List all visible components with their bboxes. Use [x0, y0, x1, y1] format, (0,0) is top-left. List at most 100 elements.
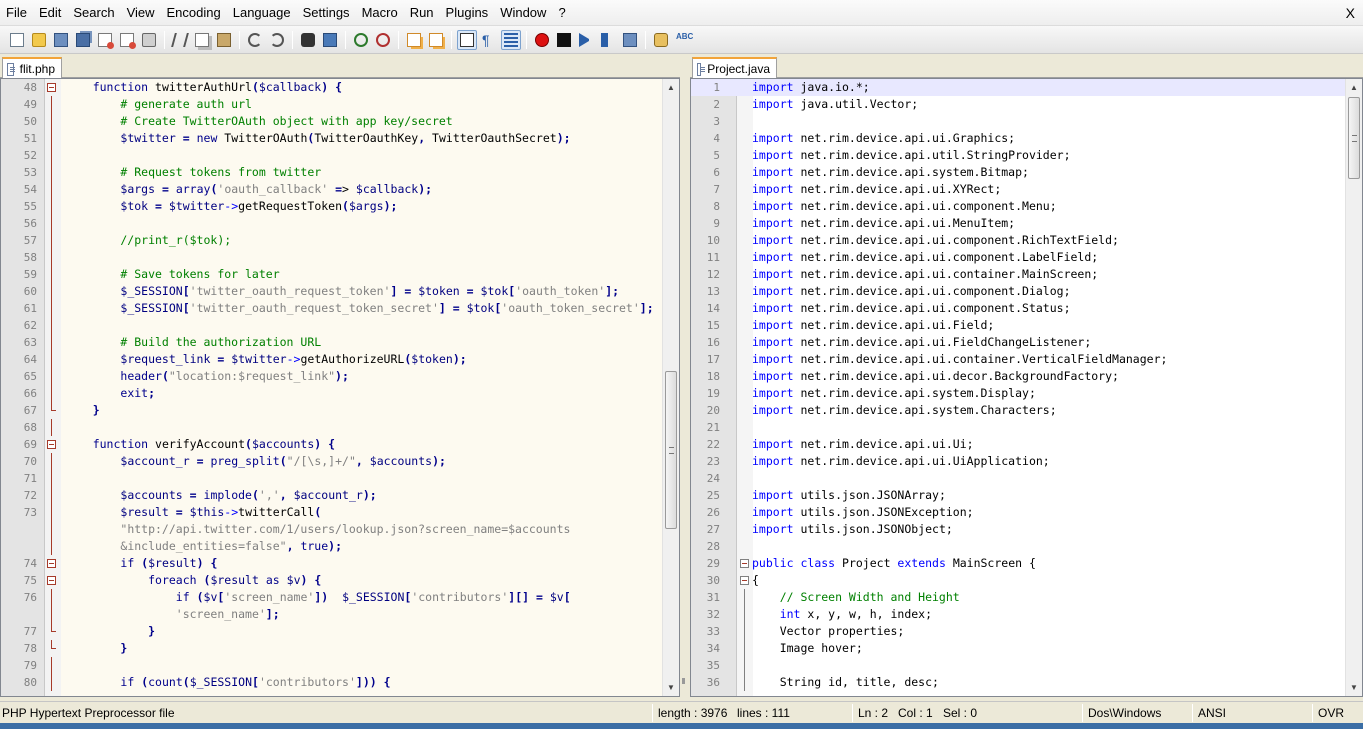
- close-all-button[interactable]: [117, 30, 137, 50]
- code-line: 80 if (count($_SESSION['contributors']))…: [1, 674, 679, 691]
- fold-collapse-icon[interactable]: [47, 576, 56, 585]
- menu-edit[interactable]: Edit: [33, 3, 67, 23]
- menu-plugins[interactable]: Plugins: [440, 3, 495, 23]
- fold-line: [51, 215, 52, 232]
- menu-run[interactable]: Run: [404, 3, 440, 23]
- menu-help[interactable]: ?: [552, 3, 571, 23]
- code-text: import net.rim.device.api.ui.component.D…: [752, 284, 1071, 298]
- stop-macro-button[interactable]: [554, 30, 574, 50]
- code-text: # Build the authorization URL: [65, 335, 322, 349]
- fold-line: [744, 606, 745, 623]
- code-text: # generate auth url: [65, 97, 252, 111]
- line-number: 66: [23, 387, 37, 400]
- play-macro-button[interactable]: [576, 30, 596, 50]
- scroll-down-arrow-icon[interactable]: ▼: [1346, 679, 1362, 696]
- paste-icon: [217, 32, 231, 47]
- fold-collapse-icon[interactable]: [740, 576, 749, 585]
- zoom-out-button[interactable]: [373, 30, 393, 50]
- code-text: }: [120, 641, 128, 655]
- run-macro-multiple-button[interactable]: [598, 30, 618, 50]
- menu-window[interactable]: Window: [494, 3, 552, 23]
- line-number: 13: [706, 285, 720, 298]
- zoom-in-button[interactable]: [351, 30, 371, 50]
- left-vertical-scrollbar[interactable]: ▲ ▼: [662, 79, 679, 696]
- view-splitter[interactable]: [680, 54, 690, 697]
- indent-guide-button[interactable]: [501, 29, 521, 50]
- scroll-down-arrow-icon[interactable]: ▼: [663, 679, 679, 696]
- indent-guide-icon: [504, 32, 518, 47]
- left-tab-bar: flit.php: [0, 54, 680, 79]
- fold-collapse-icon[interactable]: [47, 440, 56, 449]
- status-divider: [1082, 704, 1083, 722]
- new-file-button[interactable]: [7, 30, 27, 50]
- left-editor[interactable]: 48 function twitterAuthUrl($callback) {4…: [0, 78, 680, 697]
- fold-line: [51, 640, 52, 649]
- launch-browser-button[interactable]: [651, 30, 671, 50]
- line-number: 8: [713, 200, 720, 213]
- save-button[interactable]: [51, 30, 71, 50]
- print-button[interactable]: [139, 30, 159, 50]
- line-number: 67: [23, 404, 37, 417]
- tab-flit-php[interactable]: flit.php: [2, 57, 62, 79]
- code-line: 2 import java.util.Vector;: [691, 96, 1362, 113]
- menu-language[interactable]: Language: [227, 3, 297, 23]
- save-icon: [54, 32, 68, 47]
- code-text: // Screen Width and Height: [752, 590, 960, 604]
- right-editor[interactable]: 1 import java.io.*; 2 import java.util.Vect…: [690, 78, 1363, 697]
- show-all-chars-button[interactable]: ¶: [479, 30, 499, 50]
- zoom-in-icon: [354, 32, 368, 47]
- code-line: 62: [1, 317, 679, 334]
- code-text: import net.rim.device.api.ui.component.S…: [752, 301, 1071, 315]
- menu-macro[interactable]: Macro: [356, 3, 404, 23]
- tab-project-java[interactable]: Project.java: [692, 57, 777, 79]
- line-number: 25: [706, 489, 720, 502]
- spell-check-button[interactable]: ABC: [673, 30, 693, 50]
- code-text: import net.rim.device.api.system.Bitmap;: [752, 165, 1029, 179]
- find-button[interactable]: [298, 30, 318, 50]
- code-line: 63 # Build the authorization URL: [1, 334, 679, 351]
- code-text: import net.rim.device.api.ui.FieldChange…: [752, 335, 1092, 349]
- sync-scroll-h-button[interactable]: [426, 30, 446, 50]
- code-line: 57 //print_r($tok);: [1, 232, 679, 249]
- code-text: }: [148, 624, 156, 638]
- undo-button[interactable]: [245, 30, 265, 50]
- doc-lines: lines : 111: [737, 706, 790, 720]
- replace-button[interactable]: [320, 30, 340, 50]
- code-text: $result = $this->twitterCall(: [120, 505, 322, 519]
- right-vertical-scrollbar[interactable]: ▲ ▼: [1345, 79, 1362, 696]
- open-file-button[interactable]: [29, 30, 49, 50]
- scroll-thumb[interactable]: [665, 371, 677, 529]
- scroll-up-arrow-icon[interactable]: ▲: [1346, 79, 1362, 96]
- cut-icon: [171, 32, 189, 47]
- scroll-thumb[interactable]: [1348, 97, 1360, 179]
- redo-button[interactable]: [267, 30, 287, 50]
- toolbar-separator: [451, 30, 452, 49]
- fold-collapse-icon[interactable]: [47, 83, 56, 92]
- fold-collapse-icon[interactable]: [740, 559, 749, 568]
- fold-collapse-icon[interactable]: [47, 559, 56, 568]
- sync-scroll-v-button[interactable]: [404, 30, 424, 50]
- line-number: 52: [23, 149, 37, 162]
- menu-view[interactable]: View: [121, 3, 161, 23]
- close-document-button[interactable]: X: [1346, 3, 1355, 23]
- save-macro-button[interactable]: [620, 30, 640, 50]
- menu-search[interactable]: Search: [67, 3, 120, 23]
- menu-file[interactable]: File: [0, 3, 33, 23]
- menu-settings[interactable]: Settings: [297, 3, 356, 23]
- status-divider: [852, 704, 853, 722]
- code-line: 'screen_name'];: [1, 606, 679, 623]
- code-text: exit;: [120, 386, 156, 400]
- paste-button[interactable]: [214, 30, 234, 50]
- close-button[interactable]: [95, 30, 115, 50]
- word-wrap-button[interactable]: [457, 29, 477, 50]
- copy-button[interactable]: [192, 30, 212, 50]
- file-type: PHP Hypertext Preprocessor file: [2, 706, 175, 720]
- new-file-icon: [10, 32, 24, 47]
- record-macro-button[interactable]: [532, 30, 552, 50]
- line-number: 65: [23, 370, 37, 383]
- menu-encoding[interactable]: Encoding: [161, 3, 227, 23]
- scroll-up-arrow-icon[interactable]: ▲: [663, 79, 679, 96]
- cut-button[interactable]: [170, 30, 190, 50]
- save-all-button[interactable]: [73, 30, 93, 50]
- code-line: 48 function twitterAuthUrl($callback) {: [1, 79, 679, 96]
